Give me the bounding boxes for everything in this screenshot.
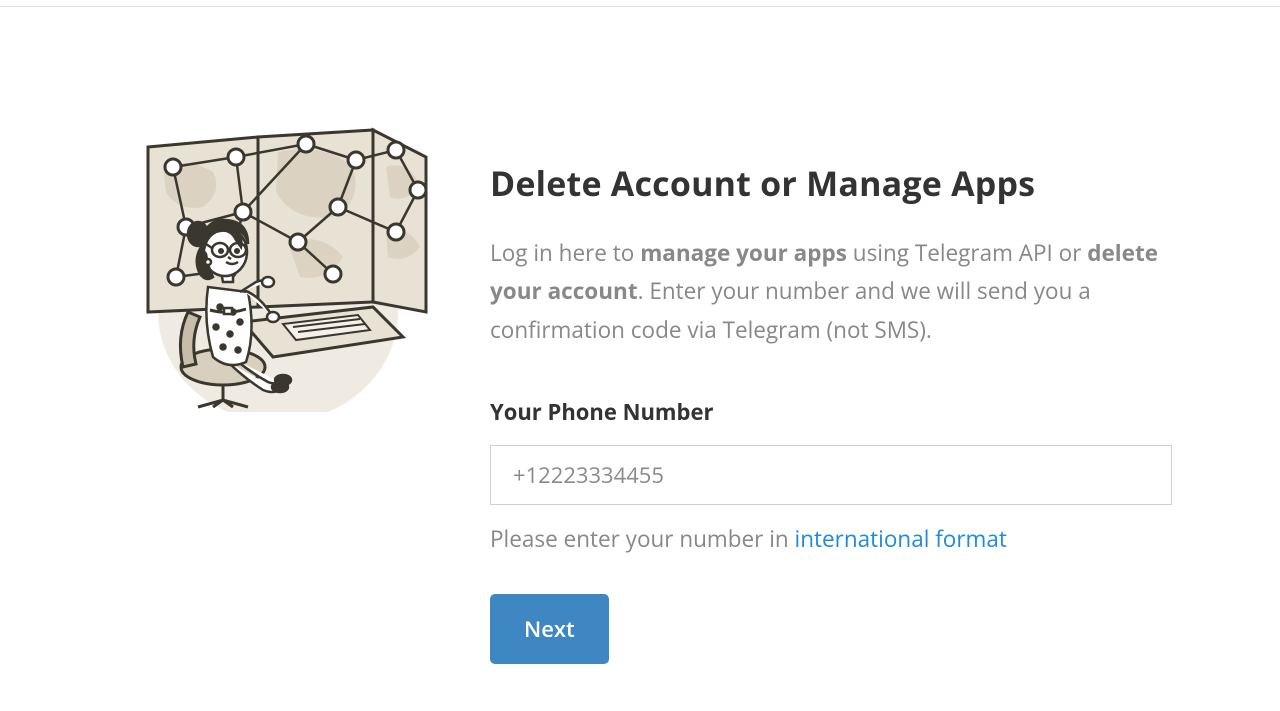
page-title: Delete Account or Manage Apps — [490, 160, 1172, 206]
phone-help-text: Please enter your number in internationa… — [490, 523, 1172, 554]
illustration-wrap — [128, 100, 428, 664]
top-divider — [0, 6, 1280, 7]
help-prefix: Please enter your number in — [490, 523, 795, 554]
desc-text-2: using Telegram API or — [847, 237, 1087, 268]
page-description: Log in here to manage your apps using Te… — [490, 234, 1172, 349]
content-column: Delete Account or Manage Apps Log in her… — [490, 100, 1172, 664]
desc-strong-1: manage your apps — [640, 237, 847, 268]
next-button[interactable]: Next — [490, 594, 609, 664]
telegram-illustration-icon — [128, 112, 428, 412]
international-format-link[interactable]: international format — [795, 523, 1007, 554]
phone-input[interactable] — [490, 445, 1172, 505]
desc-text-1: Log in here to — [490, 237, 640, 268]
main-container: Delete Account or Manage Apps Log in her… — [0, 0, 1280, 664]
phone-label: Your Phone Number — [490, 397, 1172, 427]
